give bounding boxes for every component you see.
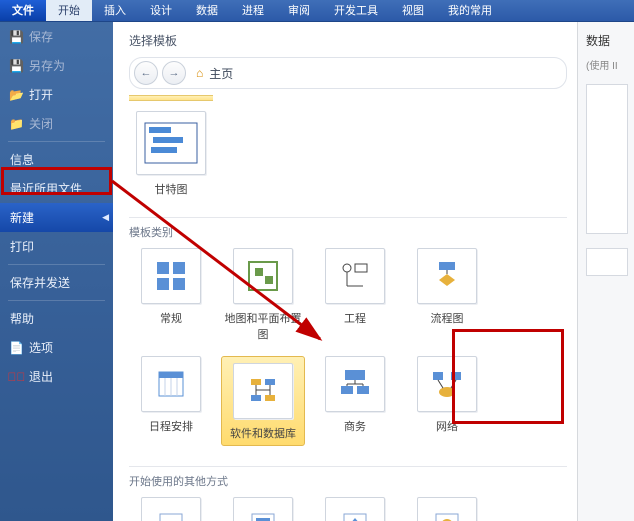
category-general[interactable]: 常规 <box>129 248 213 342</box>
sidebar-item-exit[interactable]: �⃞ 退出 <box>0 362 113 391</box>
tab-process[interactable]: 进程 <box>230 0 276 21</box>
otherway-item-4[interactable] <box>405 497 489 521</box>
template-gantt[interactable]: 甘特图 <box>129 111 213 197</box>
backstage-content: 选择模板 ← → ⌂ 主页 甘特图 <box>113 22 578 521</box>
sidebar-item-open[interactable]: 📂 打开 <box>0 80 113 109</box>
category-map[interactable]: 地图和平面布置图 <box>221 248 305 342</box>
category-thumb <box>325 248 385 304</box>
sidebar-label: 新建 <box>10 209 34 226</box>
sidebar-item-new[interactable]: 新建 <box>0 203 113 232</box>
category-grid: 常规 地图和平面布置图 工程 流程图 <box>129 248 567 460</box>
category-label: 流程图 <box>431 310 464 326</box>
category-thumb <box>141 248 201 304</box>
category-thumb <box>141 356 201 412</box>
category-business[interactable]: 商务 <box>313 356 397 446</box>
backstage-sidebar: 💾 保存 💾 另存为 📂 打开 📁 关闭 信息 最近所用文件 新建 打印 <box>0 22 113 521</box>
sidebar-item-info[interactable]: 信息 <box>0 145 113 174</box>
category-thumb <box>417 248 477 304</box>
otherway-thumb <box>417 497 477 521</box>
sidebar-label: 保存并发送 <box>10 274 70 291</box>
save-icon: 💾 <box>10 30 23 44</box>
sidebar-label: 打印 <box>10 238 34 255</box>
category-thumb <box>325 356 385 412</box>
sidebar-label: 信息 <box>10 151 34 168</box>
preview-small-thumb <box>586 248 628 276</box>
sidebar-label: 选项 <box>29 339 53 356</box>
open-icon: 📂 <box>10 88 23 102</box>
featured-strip <box>129 95 213 101</box>
tab-custom[interactable]: 我的常用 <box>436 0 504 21</box>
otherway-item-1[interactable] <box>129 497 213 521</box>
sidebar-label: 帮助 <box>10 310 34 327</box>
tab-review[interactable]: 审阅 <box>276 0 322 21</box>
sidebar-item-options[interactable]: 📄 选项 <box>0 333 113 362</box>
preview-large-thumb <box>586 84 628 234</box>
tab-home[interactable]: 开始 <box>46 0 92 21</box>
preview-note: (使用 II <box>586 57 626 72</box>
category-thumb <box>417 356 477 412</box>
tab-insert[interactable]: 插入 <box>92 0 138 21</box>
breadcrumb[interactable]: ⌂ 主页 <box>196 65 233 82</box>
template-nav: ← → ⌂ 主页 <box>129 57 567 89</box>
tab-view[interactable]: 视图 <box>390 0 436 21</box>
sidebar-label: 关闭 <box>29 115 53 132</box>
sidebar-label: 退出 <box>29 368 53 385</box>
breadcrumb-home: 主页 <box>209 65 233 82</box>
category-engineer[interactable]: 工程 <box>313 248 397 342</box>
sidebar-item-close[interactable]: 📁 关闭 <box>0 109 113 138</box>
category-thumb <box>233 363 293 419</box>
tab-design[interactable]: 设计 <box>138 0 184 21</box>
category-label: 工程 <box>344 310 366 326</box>
otherway-thumb <box>325 497 385 521</box>
preview-panel: 数据 (使用 II <box>578 22 634 521</box>
sidebar-item-save-send[interactable]: 保存并发送 <box>0 268 113 297</box>
section-other-ways: 开始使用的其他方式 <box>129 466 567 489</box>
sidebar-label: 另存为 <box>29 57 65 74</box>
home-icon: ⌂ <box>196 66 203 80</box>
category-network[interactable]: 网络 <box>405 356 489 446</box>
sidebar-item-print[interactable]: 打印 <box>0 232 113 261</box>
sidebar-item-save[interactable]: 💾 保存 <box>0 22 113 51</box>
sidebar-item-recent[interactable]: 最近所用文件 <box>0 174 113 203</box>
sidebar-label: 打开 <box>29 86 53 103</box>
close-icon: 📁 <box>10 117 23 131</box>
category-label: 商务 <box>344 418 366 434</box>
category-label: 常规 <box>160 310 182 326</box>
category-label: 日程安排 <box>149 418 193 434</box>
otherway-item-2[interactable] <box>221 497 305 521</box>
sidebar-item-help[interactable]: 帮助 <box>0 304 113 333</box>
save-as-icon: 💾 <box>10 59 23 73</box>
tab-devtools[interactable]: 开发工具 <box>322 0 390 21</box>
category-thumb <box>233 248 293 304</box>
category-label: 网络 <box>436 418 458 434</box>
category-flow[interactable]: 流程图 <box>405 248 489 342</box>
exit-icon: �⃞ <box>10 370 23 384</box>
tab-data[interactable]: 数据 <box>184 0 230 21</box>
options-icon: 📄 <box>10 341 23 355</box>
section-categories: 模板类别 <box>129 217 567 240</box>
category-software-db[interactable]: 软件和数据库 <box>221 356 305 446</box>
sidebar-label: 最近所用文件 <box>10 180 82 197</box>
category-label: 地图和平面布置图 <box>221 310 305 342</box>
gantt-thumb <box>136 111 206 175</box>
category-label: 软件和数据库 <box>230 425 296 441</box>
otherway-thumb <box>233 497 293 521</box>
otherway-item-3[interactable] <box>313 497 397 521</box>
nav-forward-button[interactable]: → <box>162 61 186 85</box>
template-label: 甘特图 <box>155 181 188 197</box>
section-select-template: 选择模板 <box>129 32 567 49</box>
nav-back-button[interactable]: ← <box>134 61 158 85</box>
preview-title: 数据 <box>586 32 626 49</box>
otherway-thumb <box>141 497 201 521</box>
ribbon-tabs: 文件 开始 插入 设计 数据 进程 审阅 开发工具 视图 我的常用 <box>0 0 634 22</box>
tab-file[interactable]: 文件 <box>0 0 46 21</box>
sidebar-label: 保存 <box>29 28 53 45</box>
sidebar-item-save-as[interactable]: 💾 另存为 <box>0 51 113 80</box>
category-schedule[interactable]: 日程安排 <box>129 356 213 446</box>
